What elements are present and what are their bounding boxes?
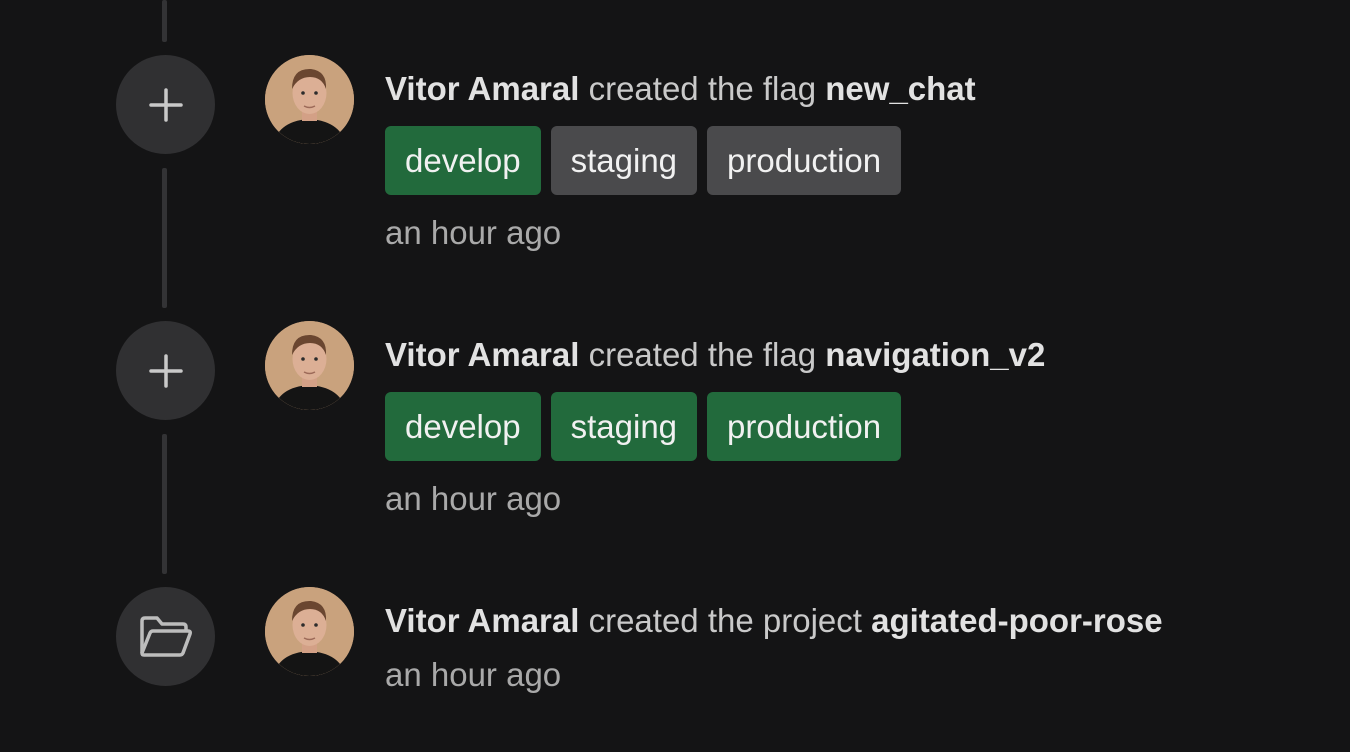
timestamp: an hour ago	[385, 480, 562, 517]
env-badge-production[interactable]: production	[707, 392, 902, 461]
env-badge-staging[interactable]: staging	[550, 126, 698, 195]
actor-name[interactable]: Vitor Amaral	[385, 70, 579, 107]
avatar[interactable]	[265, 587, 354, 676]
plus-icon	[116, 321, 215, 420]
flag-name[interactable]: new_chat	[825, 70, 975, 107]
actor-name[interactable]: Vitor Amaral	[385, 602, 579, 639]
activity-description: Vitor Amaral created the flag new_chat	[385, 69, 976, 109]
activity-feed: Vitor Amaral created the flag new_chat d…	[0, 0, 1350, 752]
folder-open-icon	[116, 587, 215, 686]
timeline-connector	[162, 434, 167, 574]
activity-content: Vitor Amaral created the project agitate…	[385, 601, 1163, 695]
activity-description: Vitor Amaral created the flag navigation…	[385, 335, 1045, 375]
timestamp: an hour ago	[385, 214, 562, 251]
timestamp: an hour ago	[385, 656, 562, 693]
project-name[interactable]: agitated-poor-rose	[871, 602, 1163, 639]
activity-verb: created the flag	[588, 336, 817, 373]
env-badge-develop[interactable]: develop	[385, 392, 541, 461]
environment-list: develop staging production	[385, 126, 976, 195]
environment-list: develop staging production	[385, 392, 1045, 461]
env-badge-develop[interactable]: develop	[385, 126, 541, 195]
activity-description: Vitor Amaral created the project agitate…	[385, 601, 1163, 641]
actor-name[interactable]: Vitor Amaral	[385, 336, 579, 373]
activity-content: Vitor Amaral created the flag new_chat d…	[385, 69, 976, 253]
avatar[interactable]	[265, 321, 354, 410]
flag-name[interactable]: navigation_v2	[825, 336, 1045, 373]
timeline-connector	[162, 0, 167, 42]
timeline-connector	[162, 168, 167, 308]
plus-icon	[116, 55, 215, 154]
activity-verb: created the flag	[588, 70, 817, 107]
avatar[interactable]	[265, 55, 354, 144]
env-badge-staging[interactable]: staging	[550, 392, 698, 461]
activity-content: Vitor Amaral created the flag navigation…	[385, 335, 1045, 519]
env-badge-production[interactable]: production	[707, 126, 902, 195]
activity-verb: created the project	[588, 602, 862, 639]
